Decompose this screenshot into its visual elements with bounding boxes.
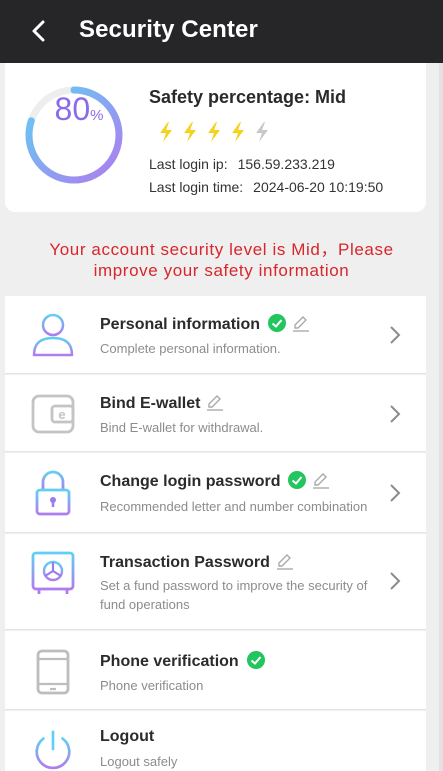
security-warning-line2: improve your safety information (93, 261, 350, 280)
item-name: Change login password (100, 471, 330, 491)
scroll-edge (439, 63, 443, 771)
check-icon (288, 471, 307, 489)
item-logout[interactable]: Logout Logout safely (5, 711, 426, 771)
item-desc: Logout safely (100, 754, 178, 769)
check-icon (246, 651, 265, 669)
edit-pencil-icon[interactable] (292, 314, 310, 332)
item-name-text: Logout (100, 728, 155, 745)
item-name-text: Phone verification (100, 653, 239, 670)
wallet-icon: e (31, 394, 75, 434)
check-icon (268, 314, 287, 332)
item-desc: Recommended letter and number combinatio… (100, 499, 368, 514)
safety-score-value: 80 (54, 91, 91, 127)
safe-icon (31, 551, 75, 594)
bolt-icon-on (184, 122, 196, 142)
page-title: Security Center (79, 16, 258, 43)
item-name: Bind E-wallet (100, 393, 224, 413)
chevron-right-icon[interactable] (388, 403, 402, 425)
security-summary-card: 80% Safety percentage: Mid Last login ip… (5, 63, 426, 212)
item-name-text: Change login password (100, 473, 281, 490)
safety-score-unit: % (90, 107, 104, 124)
item-name: Personal information (100, 314, 310, 334)
item-personal-information[interactable]: Personal information Complete personal i… (5, 296, 426, 374)
item-desc: Phone verification (100, 678, 204, 693)
bolt-icon-off (256, 122, 268, 142)
item-transaction-password[interactable]: Transaction Password Set a fund password… (5, 534, 426, 630)
security-warning-line1: Your account security level is Mid，Pleas… (49, 240, 394, 259)
bolt-icon-on (208, 122, 220, 142)
last-login-ip-value: 156.59.233.219 (237, 156, 335, 172)
last-login-ip-label: Last login ip: (149, 156, 228, 172)
last-login-time-label: Last login time: (149, 179, 244, 195)
item-name-text: Bind E-wallet (100, 395, 201, 412)
safety-bolts (157, 121, 271, 143)
item-name: Logout (100, 728, 154, 746)
bolt-icon-on (232, 122, 244, 142)
last-login-time: Last login time: 2024-06-20 10:19:50 (149, 179, 383, 195)
power-icon (35, 730, 71, 770)
bolt-icon-on (160, 122, 172, 142)
item-desc: Complete personal information. (100, 341, 281, 356)
security-warning: Your account security level is Mid，Pleas… (0, 239, 443, 281)
lock-icon (35, 470, 71, 516)
svg-text:e: e (58, 407, 65, 422)
item-desc: Bind E-wallet for withdrawal. (100, 420, 264, 435)
item-name: Phone verification (100, 651, 265, 671)
item-name: Transaction Password (100, 552, 294, 572)
item-phone-verification[interactable]: Phone verification Phone verification (5, 631, 426, 710)
chevron-right-icon[interactable] (388, 570, 402, 592)
safety-score: 80% (29, 91, 129, 128)
item-desc: Set a fund password to improve the secur… (100, 578, 368, 612)
edit-pencil-icon[interactable] (276, 552, 294, 570)
item-change-login-password[interactable]: Change login password Recommended letter… (5, 453, 426, 533)
item-name-text: Transaction Password (100, 554, 270, 571)
last-login-time-value: 2024-06-20 10:19:50 (253, 179, 384, 195)
item-name-text: Personal information (100, 316, 261, 333)
safety-percentage-label: Safety percentage: Mid (149, 87, 347, 107)
last-login-ip: Last login ip: 156.59.233.219 (149, 156, 335, 172)
user-icon (32, 313, 74, 357)
edit-pencil-icon[interactable] (206, 393, 224, 411)
phone-icon (36, 649, 70, 695)
chevron-right-icon[interactable] (388, 482, 402, 504)
item-bind-e-wallet[interactable]: e Bind E-wallet Bind E-wallet for withdr… (5, 375, 426, 452)
header: Security Center (0, 0, 443, 63)
edit-pencil-icon[interactable] (312, 471, 330, 489)
chevron-right-icon[interactable] (388, 324, 402, 346)
back-chevron-left-icon[interactable] (28, 16, 50, 46)
